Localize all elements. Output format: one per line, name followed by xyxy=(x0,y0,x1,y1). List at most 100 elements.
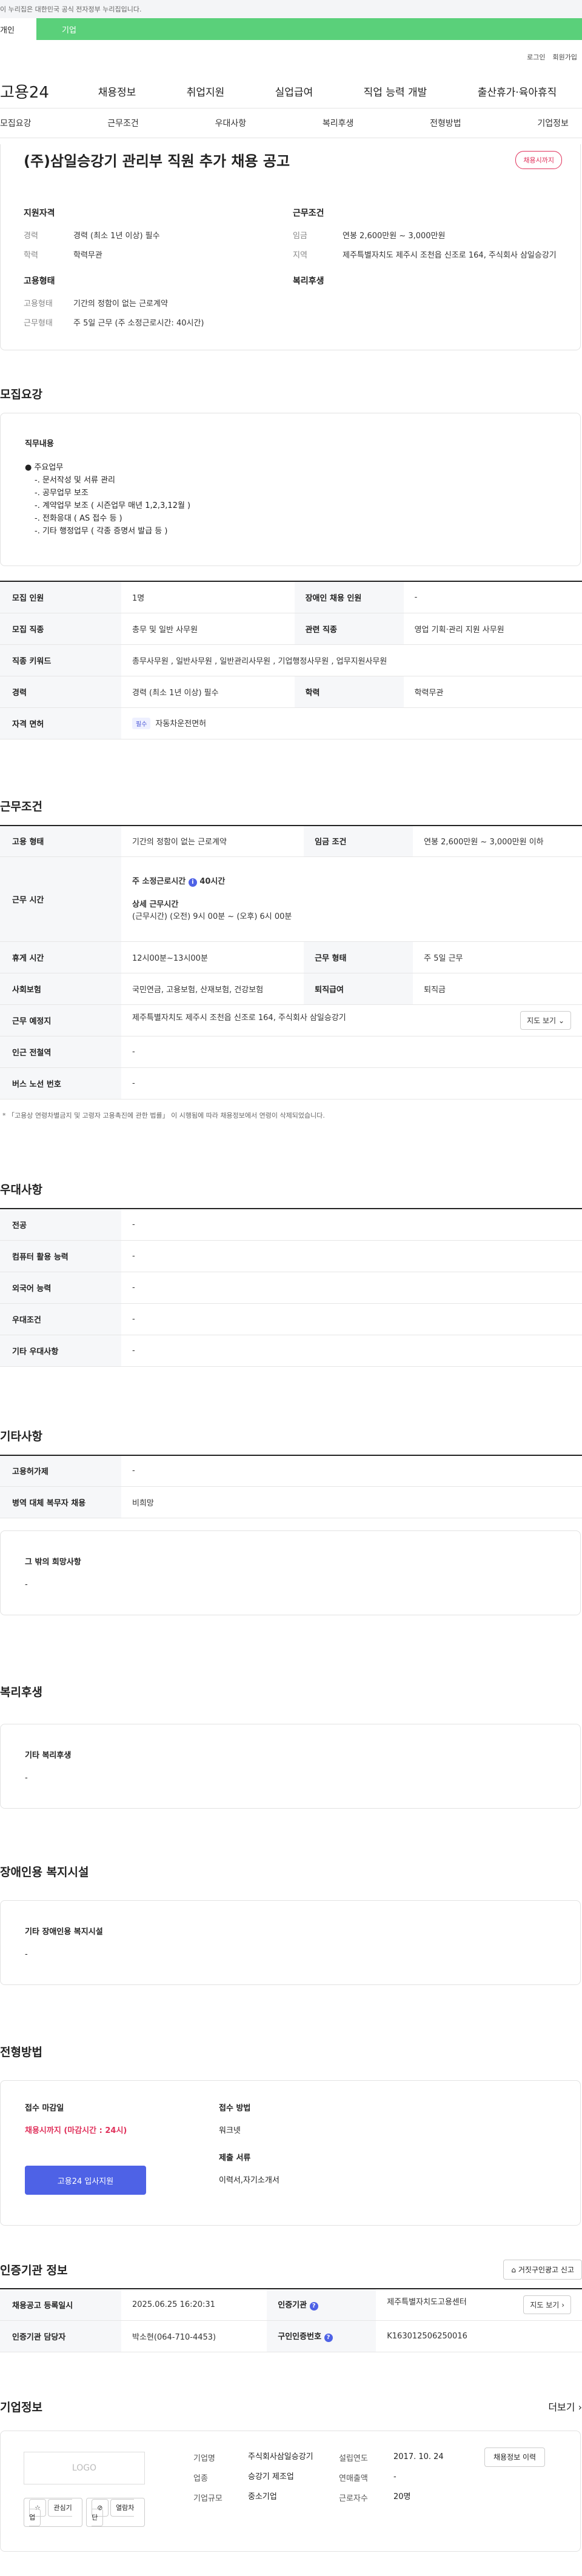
work-title: 근무조건 xyxy=(0,799,42,813)
tab-company[interactable]: 기업정보 xyxy=(530,117,576,129)
tab-individual[interactable]: 개인 xyxy=(0,18,36,40)
table-row: 병역 대체 복무자 채용 비희망 xyxy=(0,1486,582,1518)
map-button[interactable]: 지도 보기 ⌄ xyxy=(520,1011,571,1030)
cell-value: - xyxy=(121,1303,582,1335)
tab-selection[interactable]: 전형방법 xyxy=(423,117,469,129)
table-row: 직종 키워드 총무사무원 , 일반사무원 , 일반관리사무원 , 기업행정사무원 … xyxy=(0,644,582,676)
pref-table: 전공 - 컴퓨터 활용 능력 - 외국어 능력 - 우대조건 - 기타 우대사항 - xyxy=(0,1208,582,1367)
emp-heading: 고용형태 xyxy=(24,276,55,286)
cell-value: - xyxy=(403,581,582,613)
table-row: 버스 노선 번호 - xyxy=(0,1067,582,1099)
table-row: 모집 직종 총무 및 일반 사무원 관련 직종 영업 기획·관리 지원 사무원 xyxy=(0,613,582,645)
cert-header: 인증기관 정보 ⌂ 거짓구인광고 신고 xyxy=(0,2260,582,2280)
summary-qualifications: 지원자격 경력 경력 (최소 1년 이상) 필수 학력 학력무관 고용형태 고용형태… xyxy=(24,207,293,338)
company-value: 2017. 10. 24 xyxy=(393,2452,444,2461)
gov-banner: 이 누리집은 대한민국 공식 전자정부 누리집입니다. xyxy=(0,0,582,18)
cell-value: 국민연금, 고용보험, 산재보험, 건강보험 xyxy=(121,973,304,1005)
cond-label: 임금 xyxy=(293,232,307,241)
license-value: 자동차운전면허 xyxy=(155,719,207,729)
cell-label: 고용허가제 xyxy=(0,1455,121,1487)
report-label: 거짓구인광고 신고 xyxy=(518,2266,574,2274)
weekly-hours-value: 40시간 xyxy=(199,876,226,886)
cell-label: 병역 대체 복무자 채용 xyxy=(0,1486,121,1518)
favorite-button[interactable]: ☆ 관심기업 xyxy=(24,2497,83,2527)
table-row: 인근 전철역 - xyxy=(0,1036,582,1068)
method-value: 워크넷 xyxy=(219,2126,241,2135)
company-card: LOGO ☆ 관심기업 ⊘ 열람차단 기업명 주식회사삼일승강기 업종 승강기 제조… xyxy=(0,2430,581,2552)
qual-value: 학력무관 xyxy=(73,251,102,260)
company-value: 20명 xyxy=(393,2492,411,2501)
tab-work-conditions[interactable]: 근무조건 xyxy=(100,117,146,129)
extra-value: - xyxy=(25,1580,28,1589)
cond-value: 제주특별자치도 제주시 조천읍 신조로 164, 주식회사 삼일승강기 xyxy=(343,251,557,260)
block-button[interactable]: ⊘ 열람차단 xyxy=(86,2497,145,2527)
info-icon[interactable]: ? xyxy=(324,2334,333,2342)
site-logo[interactable]: 고용24 xyxy=(0,80,73,102)
cell-label: 인증기관 ? xyxy=(267,2289,376,2321)
login-link[interactable]: 로그인 xyxy=(527,52,545,62)
report-button[interactable]: ⌂ 거짓구인광고 신고 xyxy=(503,2260,582,2280)
global-nav: 고용24 채용정보 취업지원 실업급여 직업 능력 개발 출산휴가·육아휴직 xyxy=(0,74,582,108)
selection-box: 접수 마감일 채용시까지 (마감시간 : 24시) 고용24 입사지원 접수 방… xyxy=(0,2080,581,2226)
cell-value: 필수 자동차운전면허 xyxy=(121,707,582,739)
company-logo: LOGO xyxy=(24,2451,145,2484)
table-row: 인증기관 담당자 박소현(064-710-4453) 구인인증번호 ? K163012… xyxy=(0,2320,582,2352)
apply-button[interactable]: 고용24 입사지원 xyxy=(25,2166,146,2195)
chevron-right-icon: › xyxy=(561,2300,564,2309)
company-value: 주식회사삼일승강기 xyxy=(248,2452,313,2461)
disabled-value: - xyxy=(25,1950,28,1959)
cell-label: 직종 키워드 xyxy=(0,644,121,676)
cell-label: 채용공고 등록일시 xyxy=(0,2289,121,2321)
company-label: 기업명 xyxy=(193,2454,215,2463)
table-row: 근무 예정지 제주특별자치도 제주시 조천읍 신조로 164, 주식회사 삼일승강… xyxy=(0,1004,582,1036)
job-title: (주)삼일승강기 관리부 직원 추가 채용 공고 xyxy=(24,153,290,170)
tab-recruit[interactable]: 모집요강 xyxy=(0,117,39,129)
more-link[interactable]: 더보기 › xyxy=(548,2399,582,2414)
company-value: 승강기 제조업 xyxy=(248,2472,294,2481)
duty-line: -. 전화응대 ( AS 접수 등 ) xyxy=(35,514,122,523)
gnb-item-unemployment-benefit[interactable]: 실업급여 xyxy=(275,84,313,99)
table-row: 우대조건 - xyxy=(0,1303,582,1335)
cell-value: 주 5일 근무 xyxy=(413,941,582,973)
gnb-item-leave[interactable]: 출산휴가·육아휴직 xyxy=(478,84,557,99)
age-notice: * 「고용상 연령차별금지 및 고령자 고용촉진에 관한 법률」 이 시행됨에 … xyxy=(2,1112,325,1119)
cell-value: - xyxy=(121,1335,582,1367)
work-table: 고용 형태 기간의 정함이 없는 근로계약 임금 조건 연봉 2,600만원 ~ 3,… xyxy=(0,824,582,1099)
cell-value: 박소현(064-710-4453) xyxy=(121,2320,267,2352)
gnb-item-employment-support[interactable]: 취업지원 xyxy=(187,84,225,99)
welfare-title: 복리후생 xyxy=(0,1686,42,1699)
signup-link[interactable]: 회원가입 xyxy=(553,52,577,62)
section-tabs: 모집요강 근무조건 우대사항 복리후생 전형방법 기업정보 xyxy=(0,108,582,138)
emp-value: 주 5일 근무 (주 소정근로시간: 40시간) xyxy=(73,319,204,328)
welfare-value: - xyxy=(25,1774,28,1783)
table-row: 컴퓨터 활용 능력 - xyxy=(0,1240,582,1272)
info-icon[interactable]: ? xyxy=(309,2302,318,2311)
tab-preferences[interactable]: 우대사항 xyxy=(208,117,254,129)
cell-label: 퇴직급여 xyxy=(304,973,413,1005)
cell-value: - xyxy=(121,1240,582,1272)
history-button[interactable]: 채용정보 이력 xyxy=(484,2447,546,2467)
tab-corporate[interactable]: 기업 xyxy=(36,18,582,40)
place-value: 제주특별자치도 제주시 조천읍 신조로 164, 주식회사 삼일승강기 xyxy=(132,1013,346,1023)
agency-map-button[interactable]: 지도 보기 › xyxy=(523,2295,571,2314)
gnb-item-jobs[interactable]: 채용정보 xyxy=(98,84,136,99)
gnb-item-training[interactable]: 직업 능력 개발 xyxy=(364,84,427,99)
table-row: 사회보험 국민연금, 고용보험, 산재보험, 건강보험 퇴직급여 퇴직금 xyxy=(0,973,582,1005)
table-row: 고용허가제 - xyxy=(0,1455,582,1487)
cell-label: 근무 형태 xyxy=(304,941,413,973)
cert-agency-value: 제주특별자치도고용센터 xyxy=(387,2297,467,2307)
duty-label: 직무내용 xyxy=(25,439,54,449)
company-label: 설립연도 xyxy=(339,2454,368,2463)
cond-label: 지역 xyxy=(293,251,307,260)
required-tag: 필수 xyxy=(132,718,151,729)
disabled-title: 장애인용 복지시설 xyxy=(0,1866,89,1879)
cert-title: 인증기관 정보 xyxy=(0,2264,68,2277)
other-extra-box: 그 밖의 희망사항 - xyxy=(0,1530,581,1615)
cell-label: 근무 시간 xyxy=(0,856,121,942)
more-label: 더보기 xyxy=(548,2401,575,2413)
cell-value: - xyxy=(121,1272,582,1304)
company-value: 중소기업 xyxy=(248,2492,277,2501)
info-icon[interactable]: i xyxy=(188,878,197,887)
tab-welfare[interactable]: 복리후생 xyxy=(315,117,361,129)
agency-map-label: 지도 보기 xyxy=(530,2300,560,2309)
